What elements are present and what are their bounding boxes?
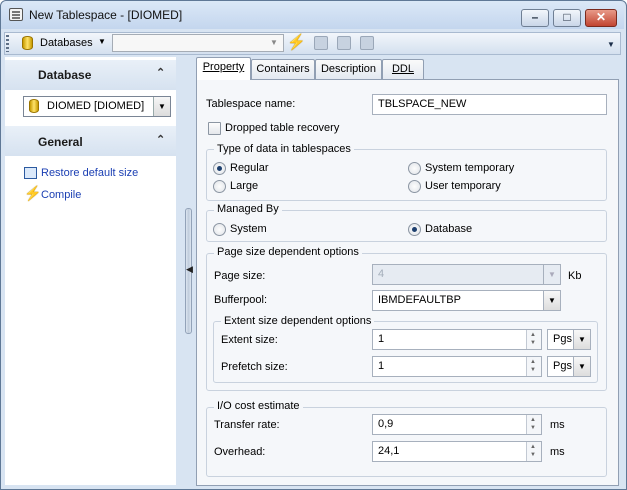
tablespace-name-input[interactable]: TBLSPACE_NEW: [372, 94, 607, 115]
overhead-spinner[interactable]: 24,1 ▲ ▼: [372, 441, 542, 462]
database-section-title: Database: [38, 68, 92, 82]
compile-bolt-icon[interactable]: ⚡: [24, 185, 41, 202]
restore-default-size-link[interactable]: Restore default size: [41, 167, 138, 179]
prefetch-size-value: 1: [378, 360, 385, 372]
prefetch-size-spinner[interactable]: 1 ▲ ▼: [372, 356, 542, 377]
minimize-button[interactable]: –: [521, 9, 549, 27]
system-label[interactable]: System: [230, 223, 267, 235]
tab-containers[interactable]: Containers: [251, 59, 315, 79]
dropped-recovery-checkbox[interactable]: [208, 122, 221, 135]
collapse-chevron-icon[interactable]: ⌃: [156, 66, 165, 79]
system-temporary-radio[interactable]: [408, 162, 421, 175]
type-of-data-group: [206, 149, 607, 201]
close-icon: ✕: [595, 10, 607, 24]
database-select-dropdown-button[interactable]: ▼: [153, 97, 170, 116]
database-select-value: DIOMED [DIOMED]: [47, 100, 145, 112]
database-icon: [29, 99, 39, 113]
databases-menu-button[interactable]: Databases: [40, 37, 93, 49]
tablespace-name-label: Tablespace name:: [206, 98, 296, 110]
extent-size-unit-select[interactable]: Pgs ▼: [547, 329, 591, 350]
type-of-data-title: Type of data in tablespaces: [214, 143, 354, 155]
io-cost-title: I/O cost estimate: [214, 400, 303, 412]
tablespace-name-value: TBLSPACE_NEW: [378, 98, 467, 110]
general-section-title: General: [38, 135, 83, 149]
compile-link[interactable]: Compile: [41, 189, 81, 201]
toolbar: [4, 32, 621, 55]
transfer-rate-spinner[interactable]: 0,9 ▲ ▼: [372, 414, 542, 435]
restore-size-icon[interactable]: [24, 167, 37, 179]
window-icon: [9, 8, 23, 21]
tab-property[interactable]: Property: [196, 57, 251, 80]
overhead-unit: ms: [550, 446, 565, 458]
chevron-down-icon[interactable]: ▼: [573, 330, 590, 349]
database-object-combo[interactable]: [112, 34, 284, 52]
page-size-select[interactable]: 4 ▼: [372, 264, 561, 285]
managed-by-title: Managed By: [214, 203, 282, 215]
transfer-rate-label: Transfer rate:: [214, 419, 280, 431]
toolbar-grip-icon[interactable]: [6, 35, 9, 52]
dropped-recovery-label[interactable]: Dropped table recovery: [225, 122, 339, 134]
transfer-rate-unit: ms: [550, 419, 565, 431]
regular-label[interactable]: Regular: [230, 162, 269, 174]
collapse-chevron-icon[interactable]: ⌃: [156, 133, 165, 146]
database-icon[interactable]: [22, 36, 33, 50]
delete-icon[interactable]: [360, 36, 374, 50]
extent-size-group-title: Extent size dependent options: [221, 315, 375, 327]
user-temporary-radio[interactable]: [408, 180, 421, 193]
spin-arrows-icon[interactable]: ▲ ▼: [526, 330, 541, 349]
user-temporary-label[interactable]: User temporary: [425, 180, 501, 192]
tab-ddl[interactable]: DDL: [382, 59, 424, 79]
dropdown-caret-icon[interactable]: ▼: [98, 37, 106, 46]
edit-icon[interactable]: [337, 36, 351, 50]
extent-size-spinner[interactable]: 1 ▲ ▼: [372, 329, 542, 350]
bufferpool-select[interactable]: IBMDEFAULTBP ▼: [372, 290, 561, 311]
bufferpool-value: IBMDEFAULTBP: [378, 294, 461, 306]
large-label[interactable]: Large: [230, 180, 258, 192]
chevron-down-icon[interactable]: ▼: [543, 291, 560, 310]
prefetch-size-unit: Pgs: [553, 360, 572, 372]
general-section-header[interactable]: [5, 126, 176, 156]
regular-radio[interactable]: [213, 162, 226, 175]
toolbar-overflow-icon[interactable]: ▼: [607, 40, 615, 49]
chevron-down-icon[interactable]: ▼: [573, 357, 590, 376]
page-size-label: Page size:: [214, 270, 266, 282]
prefetch-size-unit-select[interactable]: Pgs ▼: [547, 356, 591, 377]
page-size-value: 4: [378, 268, 385, 280]
overhead-value: 24,1: [378, 445, 400, 457]
page-size-group-title: Page size dependent options: [214, 246, 362, 258]
maximize-button[interactable]: □: [553, 9, 581, 27]
tab-description[interactable]: Description: [315, 59, 382, 79]
system-radio[interactable]: [213, 223, 226, 236]
overhead-label: Overhead:: [214, 446, 266, 458]
collapse-left-icon[interactable]: ◀: [186, 264, 193, 275]
prefetch-size-label: Prefetch size:: [221, 361, 288, 373]
large-radio[interactable]: [213, 180, 226, 193]
add-icon[interactable]: [314, 36, 328, 50]
transfer-rate-value: 0,9: [378, 418, 394, 430]
spin-arrows-icon[interactable]: ▲ ▼: [526, 442, 541, 461]
tab-label: Containers: [256, 63, 310, 75]
navigation-panel: [5, 57, 176, 485]
compile-bolt-icon[interactable]: ⚡: [287, 33, 306, 51]
maximize-icon: □: [563, 10, 571, 24]
spin-arrows-icon[interactable]: ▲ ▼: [526, 357, 541, 376]
close-button[interactable]: ✕: [585, 9, 617, 27]
bufferpool-label: Bufferpool:: [214, 294, 268, 306]
database-radio[interactable]: [408, 223, 421, 236]
tab-label: DDL: [391, 63, 414, 75]
extent-size-value: 1: [378, 333, 385, 345]
chevron-down-icon[interactable]: ▼: [265, 35, 283, 51]
page-size-unit: Kb: [568, 270, 582, 282]
chevron-down-icon[interactable]: ▼: [543, 265, 560, 284]
system-temporary-label[interactable]: System temporary: [425, 162, 514, 174]
extent-size-unit: Pgs: [553, 333, 572, 345]
database-label[interactable]: Database: [425, 223, 472, 235]
extent-size-label: Extent size:: [221, 334, 278, 346]
tab-label: Description: [320, 63, 377, 75]
tab-label: Property: [202, 61, 245, 73]
window-title: New Tablespace - [DIOMED]: [29, 8, 183, 22]
spin-arrows-icon[interactable]: ▲ ▼: [526, 415, 541, 434]
minimize-icon: –: [531, 10, 539, 24]
